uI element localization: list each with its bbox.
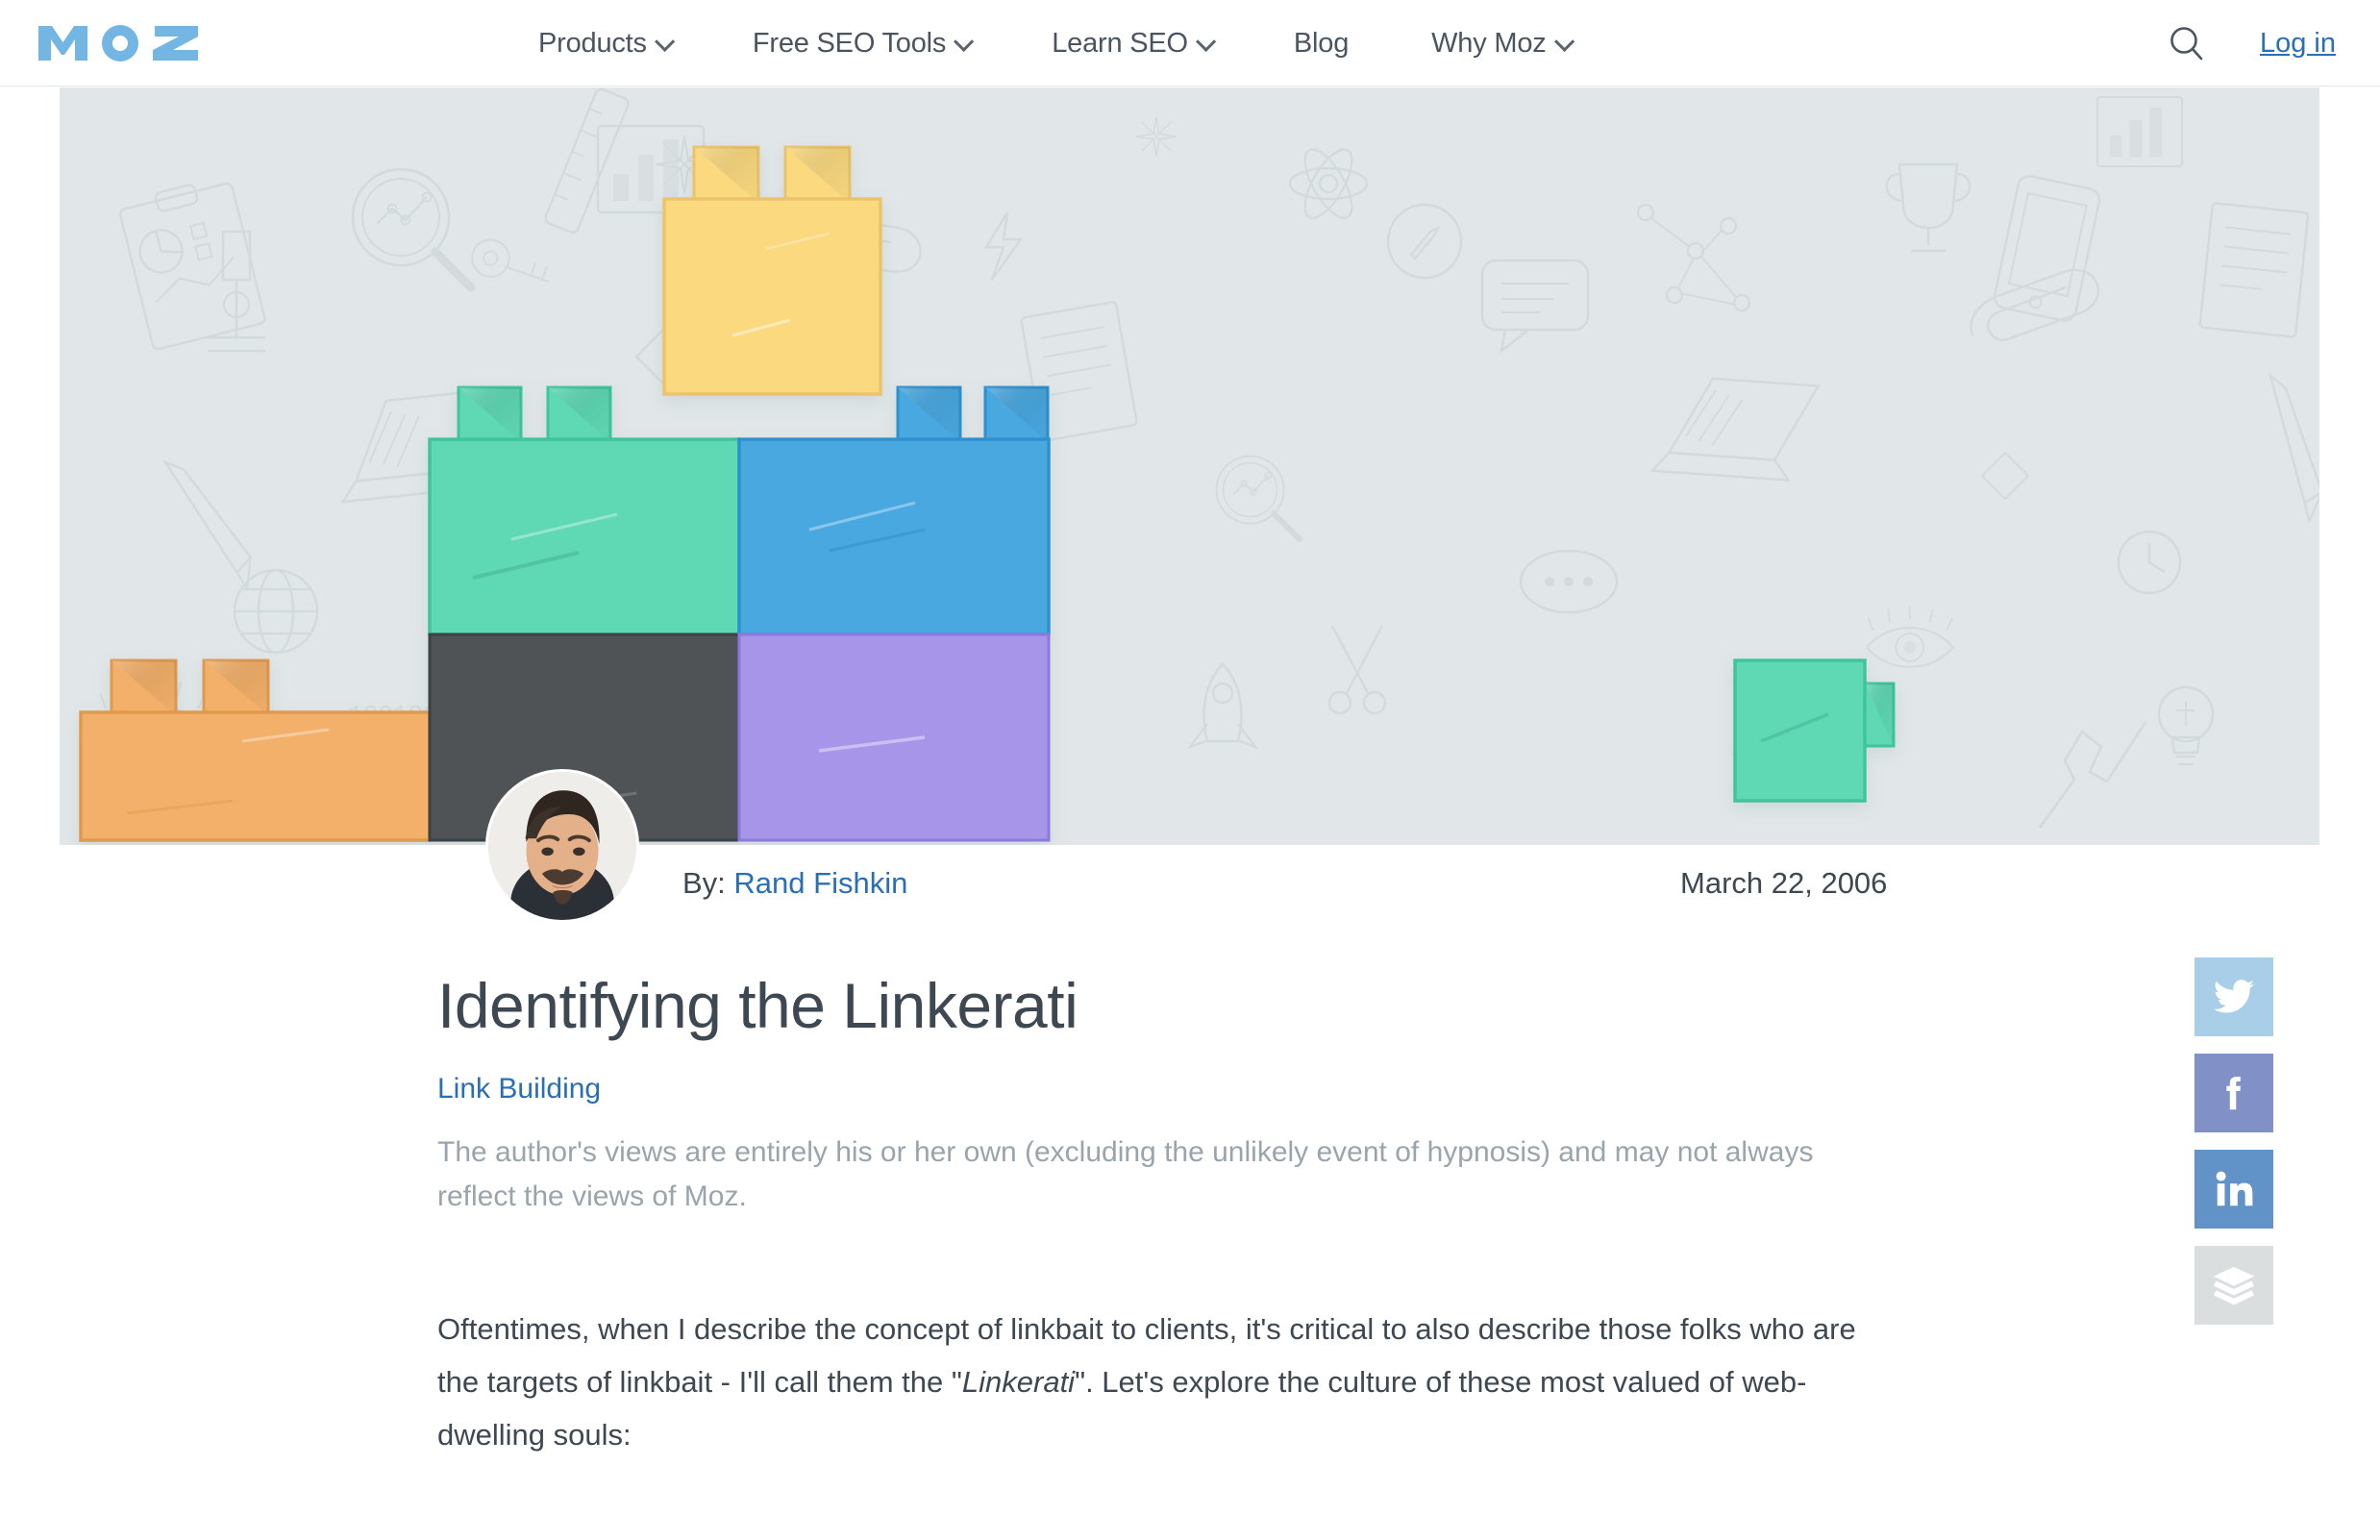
page-title: Identifying the Linkerati [437, 970, 1078, 1041]
emphasized-term: Linkerati [961, 1365, 1076, 1400]
chevron-down-icon [954, 31, 975, 52]
site-header: Products Free SEO Tools Learn SEO Blog W… [0, 0, 2380, 87]
header-actions: Log in [2166, 0, 2336, 87]
teal-brick-2 [1733, 658, 1896, 803]
nav-item-label: Free SEO Tools [752, 27, 947, 59]
nav-item-learn-seo[interactable]: Learn SEO [1052, 27, 1217, 60]
article-paragraph: Oftentimes, when I describe the concept … [437, 1303, 1898, 1462]
login-link[interactable]: Log in [2260, 28, 2336, 60]
nav-item-label: Learn SEO [1052, 27, 1188, 59]
teal-brick [428, 385, 741, 636]
blue-brick [737, 385, 1051, 636]
yellow-brick [662, 145, 882, 396]
nav-item-products[interactable]: Products [538, 27, 676, 60]
category-link[interactable]: Link Building [437, 1073, 601, 1105]
nav-item-label: Products [538, 27, 647, 59]
share-buffer-button[interactable] [2194, 1246, 2273, 1325]
hero-image: 10010001 1 001000010 0 10010001 1 001000… [60, 87, 2319, 845]
search-button[interactable] [2166, 22, 2208, 64]
author-avatar[interactable] [485, 769, 639, 923]
nav-item-free-seo-tools[interactable]: Free SEO Tools [752, 27, 975, 60]
search-icon [2170, 27, 2203, 61]
nav-item-why-moz[interactable]: Why Moz [1431, 27, 1574, 60]
publish-date: March 22, 2006 [1680, 866, 1888, 900]
buffer-layers-icon [2213, 1266, 2255, 1305]
linkedin-icon [2216, 1171, 2253, 1206]
author-link[interactable]: Rand Fishkin [733, 866, 907, 900]
share-facebook-button[interactable] [2194, 1054, 2273, 1132]
facebook-icon [2226, 1076, 2241, 1110]
lego-brick-illustration [79, 145, 1896, 842]
share-twitter-button[interactable] [2194, 957, 2273, 1036]
chevron-down-icon [1195, 31, 1217, 52]
chevron-down-icon [1553, 31, 1574, 52]
moz-logo[interactable] [38, 24, 217, 62]
byline-prefix: By: [682, 866, 726, 900]
share-linkedin-button[interactable] [2194, 1150, 2273, 1229]
twitter-icon [2213, 980, 2255, 1013]
nav-item-label: Why Moz [1431, 27, 1547, 59]
nav-item-blog[interactable]: Blog [1294, 28, 1349, 60]
primary-nav: Products Free SEO Tools Learn SEO Blog W… [538, 0, 1574, 87]
orange-brick [79, 658, 432, 842]
author-disclaimer: The author's views are entirely his or h… [437, 1135, 1814, 1213]
article-body: Identifying the Linkerati Link Building … [437, 970, 1937, 1462]
byline: By: Rand Fishkin [682, 866, 907, 901]
chevron-down-icon [654, 31, 676, 52]
purple-brick [737, 633, 1051, 842]
social-share-rail [2194, 957, 2273, 1325]
nav-item-label: Blog [1293, 27, 1350, 59]
